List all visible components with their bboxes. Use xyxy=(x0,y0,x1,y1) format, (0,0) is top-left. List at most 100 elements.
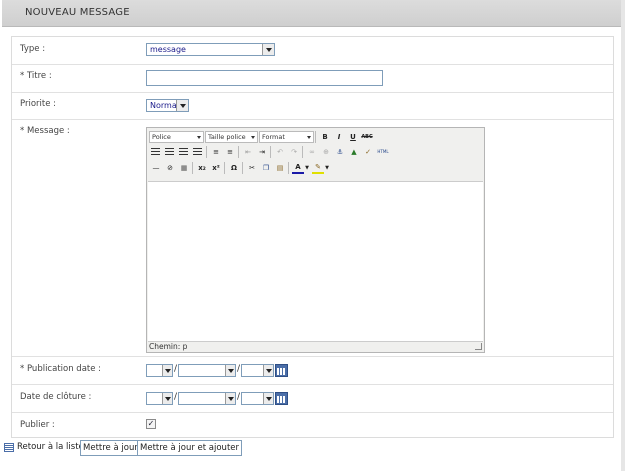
horizontal-rule-icon[interactable]: — xyxy=(150,162,162,174)
remove-format-icon[interactable]: ⊘ xyxy=(164,162,176,174)
font-family-select[interactable]: Police xyxy=(149,131,204,143)
message-edit-area[interactable] xyxy=(148,181,483,342)
superscript-icon[interactable]: x² xyxy=(210,162,222,174)
align-left-icon[interactable] xyxy=(151,148,160,156)
undo-icon[interactable]: ↶ xyxy=(274,146,286,158)
publication-day-select[interactable] xyxy=(146,364,173,377)
chevron-down-icon[interactable] xyxy=(176,100,188,111)
publication-year-select[interactable] xyxy=(241,364,274,377)
chevron-down-icon[interactable] xyxy=(263,365,273,376)
cloture-year-select[interactable] xyxy=(241,392,274,405)
toolbar-separator xyxy=(288,162,289,174)
chevron-down-icon[interactable] xyxy=(162,365,172,376)
html-icon[interactable]: HTML xyxy=(376,146,390,158)
toolbar-separator xyxy=(302,146,303,158)
type-row: Type : message xyxy=(12,37,613,65)
publication-date-row: * Publication date : / / xyxy=(12,356,613,385)
underline-icon[interactable]: U xyxy=(347,131,359,143)
chevron-down-icon[interactable] xyxy=(263,393,273,404)
cleanup-icon[interactable]: ✓ xyxy=(362,146,374,158)
font-size-value: Taille police xyxy=(208,133,246,141)
date-separator: / xyxy=(174,364,178,374)
image-icon[interactable]: ▲ xyxy=(348,146,360,158)
format-value: Format xyxy=(262,133,285,141)
chevron-down-icon[interactable]: ▼ xyxy=(304,162,310,174)
cloture-month-select[interactable] xyxy=(178,392,236,405)
toolbar-separator xyxy=(238,146,239,158)
publication-date-label: * Publication date : xyxy=(20,364,102,374)
publier-label: Publier : xyxy=(20,420,55,430)
background-color-icon[interactable]: ✎ xyxy=(312,162,324,174)
priorite-select[interactable]: Normal xyxy=(146,99,189,112)
text-color-icon[interactable]: A xyxy=(292,162,304,174)
page-title: NOUVEAU MESSAGE xyxy=(25,7,130,18)
chevron-down-icon[interactable] xyxy=(262,44,274,55)
editor-toolbar-row-3: — ⊘ ▦ x₂ x² Ω ✂ ❐ ▤ A ▼ ✎ ▼ xyxy=(148,162,483,176)
path-value[interactable]: p xyxy=(183,342,188,351)
align-right-icon[interactable] xyxy=(179,148,188,156)
anchor-icon[interactable]: ⚓ xyxy=(334,146,346,158)
editor-status-bar: Chemin: p xyxy=(149,342,187,351)
window-edge xyxy=(621,0,625,471)
page-header: NOUVEAU MESSAGE xyxy=(2,0,622,27)
update-button[interactable]: Mettre à jour xyxy=(80,440,141,456)
chevron-down-icon[interactable] xyxy=(225,365,235,376)
editor-toolbar-row-2: ≡ ≡ ⇤ ⇥ ↶ ↷ ∞ ⊕ ⚓ ▲ ✓ HTML xyxy=(148,146,483,160)
rich-text-editor: Police Taille police Format B I U ABC ≡ … xyxy=(146,127,485,353)
priorite-label: Priorite : xyxy=(20,99,57,109)
subscript-icon[interactable]: x₂ xyxy=(196,162,208,174)
date-cloture-row: Date de clôture : / / xyxy=(12,384,613,413)
update-and-add-button[interactable]: Mettre à jour et ajouter xyxy=(137,440,243,456)
chevron-down-icon[interactable]: ▼ xyxy=(324,162,330,174)
path-label: Chemin: xyxy=(149,342,181,351)
date-separator: / xyxy=(237,392,241,402)
calendar-icon[interactable] xyxy=(275,364,288,377)
editor-toolbar-row-1: Police Taille police Format B I U ABC xyxy=(148,130,483,144)
cut-icon[interactable]: ✂ xyxy=(246,162,258,174)
cloture-day-select[interactable] xyxy=(146,392,173,405)
publication-month-select[interactable] xyxy=(178,364,236,377)
priorite-row: Priorite : Normal xyxy=(12,92,613,120)
date-separator: / xyxy=(174,392,178,402)
type-label: Type : xyxy=(20,44,46,54)
date-cloture-label: Date de clôture : xyxy=(20,392,92,402)
priorite-select-value: Normal xyxy=(150,101,179,110)
titre-row: * Titre : xyxy=(12,64,613,93)
special-char-icon[interactable]: Ω xyxy=(228,162,240,174)
chevron-down-icon[interactable] xyxy=(162,393,172,404)
toolbar-separator xyxy=(206,146,207,158)
publier-checkbox[interactable]: ✓ xyxy=(146,419,156,429)
numbered-list-icon[interactable]: ≡ xyxy=(224,146,236,158)
chevron-down-icon xyxy=(251,136,255,139)
toolbar-separator xyxy=(224,162,225,174)
toolbar-separator xyxy=(270,146,271,158)
bullet-list-icon[interactable]: ≡ xyxy=(210,146,222,158)
copy-icon[interactable]: ❐ xyxy=(260,162,272,174)
type-select-value: message xyxy=(150,45,186,54)
unlink-icon[interactable]: ⊕ xyxy=(320,146,332,158)
chevron-down-icon xyxy=(307,136,311,139)
type-select[interactable]: message xyxy=(146,43,275,56)
chevron-down-icon[interactable] xyxy=(225,393,235,404)
outdent-icon[interactable]: ⇤ xyxy=(242,146,254,158)
bold-icon[interactable]: B xyxy=(319,131,331,143)
format-select[interactable]: Format xyxy=(259,131,314,143)
titre-label: * Titre : xyxy=(20,71,52,81)
strikethrough-icon[interactable]: ABC xyxy=(361,131,373,143)
indent-icon[interactable]: ⇥ xyxy=(256,146,268,158)
font-family-value: Police xyxy=(152,133,171,141)
visual-aid-icon[interactable]: ▦ xyxy=(178,162,190,174)
font-size-select[interactable]: Taille police xyxy=(205,131,258,143)
align-center-icon[interactable] xyxy=(165,148,174,156)
paste-icon[interactable]: ▤ xyxy=(274,162,286,174)
italic-icon[interactable]: I xyxy=(333,131,345,143)
link-icon[interactable]: ∞ xyxy=(306,146,318,158)
resize-handle-icon[interactable] xyxy=(475,343,482,350)
align-justify-icon[interactable] xyxy=(193,148,202,156)
calendar-icon[interactable] xyxy=(275,392,288,405)
titre-input[interactable] xyxy=(146,70,383,86)
date-separator: / xyxy=(237,364,241,374)
back-to-list-link[interactable]: Retour à la liste xyxy=(17,442,84,452)
toolbar-separator xyxy=(242,162,243,174)
redo-icon[interactable]: ↷ xyxy=(288,146,300,158)
